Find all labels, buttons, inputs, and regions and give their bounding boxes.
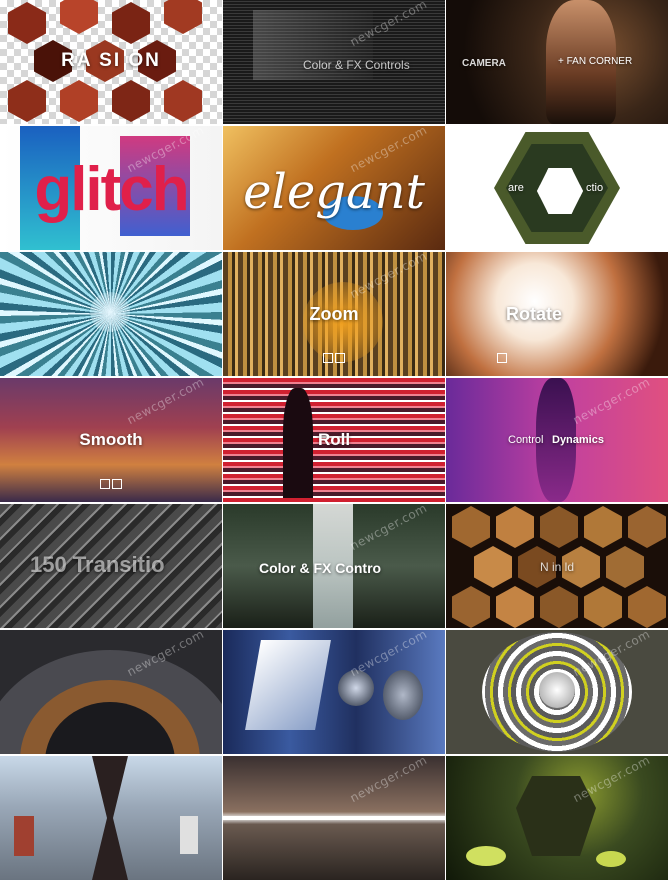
tile-caption: elegant [243,164,425,220]
tile-hex-gold: N in ld [446,504,668,628]
tile-roll: Roll [223,378,445,502]
tile-caption: glitch [34,155,189,224]
hex-shape [540,586,578,628]
tile-arc: newcger.com [0,630,222,754]
tile-glitch: glitch newcger.com [0,126,222,250]
tile-green-scene: newcger.com [446,756,668,880]
blur-center [90,292,130,332]
control-icons [446,352,668,363]
close-icon [112,478,122,489]
hex-shape [496,506,534,548]
hex-shape [164,0,202,34]
hex-shape [60,80,98,122]
tile-slice: newcger.com [223,756,445,880]
tile-caption: Roll [317,430,351,449]
watermark: newcger.com [347,504,430,554]
hex-shape [628,586,666,628]
tile-caption: Rotate [506,304,563,324]
hex-shape [112,2,150,44]
tile-caption: Smooth [79,430,143,449]
tile-transition: RA SI ON [0,0,222,124]
tile-caption: Color & FX Controls [303,58,410,72]
crystal-shape [245,640,331,730]
tile-color-fx-controls-1: Color & FX Controls newcger.com [223,0,445,124]
tile-smooth: Smooth newcger.com [0,378,222,502]
tile-elegant: elegant newcger.com [223,126,445,250]
hex-shape [584,506,622,548]
tile-caption: Zoom [309,304,359,324]
glow-spot [466,846,506,866]
tile-rings: newcger.com [446,630,668,754]
tile-camera-fan-corner: CAMERA + FAN CORNER [446,0,668,124]
tile-caption-right: Dynamics [552,434,604,446]
tile-caption: N in ld [539,560,574,574]
glow-spot [596,851,626,867]
control-icons [223,352,445,363]
tile-hex-badge: are ctio [446,126,668,250]
ring-center [539,672,575,708]
watermark: newcger.com [570,378,653,428]
hex-shape [584,586,622,628]
tile-caption-right: ctio [586,182,604,194]
transition-preview-grid: RA SI ON Color & FX Controls newcger.com… [0,0,668,881]
sphere [383,670,423,720]
hex-shape [112,80,150,122]
hex-shape [164,80,202,122]
hex-shape [452,586,490,628]
hex-shape [452,506,490,548]
person-figure [14,816,34,856]
plus-icon [100,478,110,489]
hex-shape [8,2,46,44]
hex-shape [496,586,534,628]
tile-blue-shapes: newcger.com [223,630,445,754]
tile-transitions-150: 150 Transitio [0,504,222,628]
tile-color-fx-controls-2: Color & FX Contro newcger.com [223,504,445,628]
hex-shape [60,0,98,34]
x-wipe [92,756,128,880]
watermark: newcger.com [347,252,430,302]
hex-shape [628,506,666,548]
tile-zoom: Zoom newcger.com [223,252,445,376]
tile-caption-right: + FAN CORNER [558,56,633,67]
tile-caption: Color & FX Contro [259,560,382,576]
hex-shape [540,506,578,548]
control-icons [0,478,222,489]
watermark: newcger.com [347,756,430,806]
tile-caption: RA SI ON [61,50,161,71]
minus-icon [497,352,507,363]
person-figure [180,816,198,854]
tile-control-dynamics: Control Dynamics newcger.com [446,378,668,502]
watermark: newcger.com [347,630,430,680]
plus-icon [323,352,333,363]
tile-rotate: Rotate [446,252,668,376]
tile-radial-blur [0,252,222,376]
watermark: newcger.com [570,756,653,806]
hex-shape [8,80,46,122]
close-icon [335,352,345,363]
slice-line [223,816,445,820]
watermark: newcger.com [124,378,207,428]
tile-caption: 150 Transitio [30,552,165,577]
tile-skatepark [0,756,222,880]
